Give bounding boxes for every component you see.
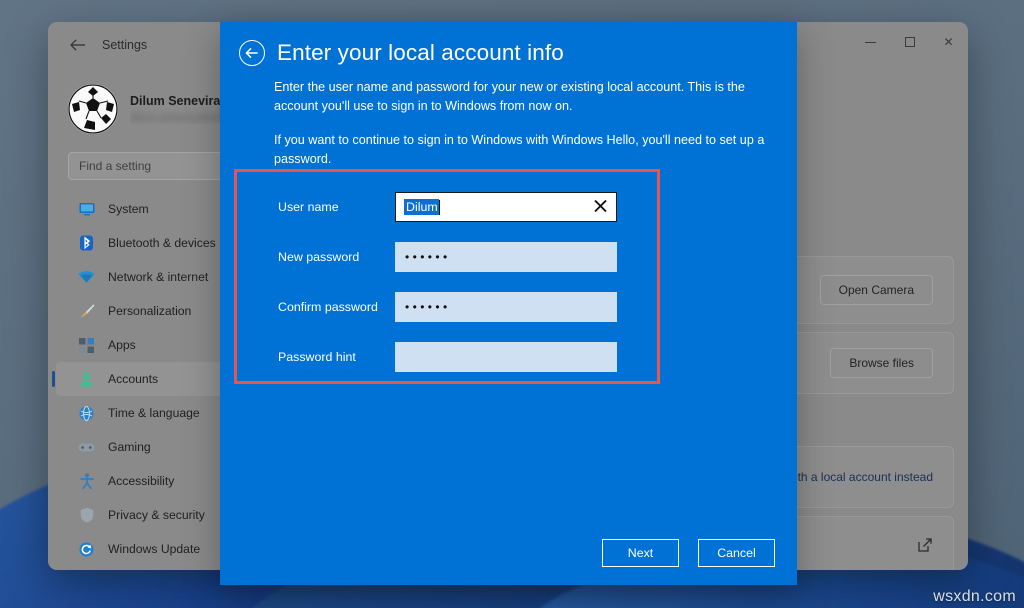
sidebar-item-personalization[interactable]: Personalization	[56, 294, 235, 328]
sidebar-item-label: Apps	[108, 338, 136, 352]
dialog-paragraph: Enter the user name and password for you…	[274, 78, 767, 116]
sidebar-item-label: Accounts	[108, 372, 158, 386]
browse-files-button[interactable]: Browse files	[830, 348, 933, 378]
sidebar-nav: System Bluetooth & devices	[48, 192, 245, 566]
sidebar-item-gaming[interactable]: Gaming	[56, 430, 235, 464]
form-row-new-password: New password ••••••	[237, 242, 657, 272]
clear-x-icon[interactable]	[594, 200, 607, 215]
back-circle-icon[interactable]	[239, 40, 265, 66]
password-hint-input[interactable]	[395, 342, 617, 372]
gamepad-icon	[78, 439, 95, 456]
wifi-icon	[78, 269, 95, 286]
external-link-icon[interactable]	[917, 537, 933, 558]
arrow-left-icon[interactable]	[64, 31, 92, 59]
search-placeholder: Find a setting	[79, 159, 151, 173]
sidebar-item-label: Time & language	[108, 406, 200, 420]
field-label: User name	[237, 200, 395, 214]
dialog-paragraph: If you want to continue to sign in to Wi…	[274, 131, 767, 169]
local-account-dialog: Enter your local account info Enter the …	[220, 22, 797, 585]
screen: Settings ✕	[0, 0, 1024, 608]
sidebar-item-bluetooth-devices[interactable]: Bluetooth & devices	[56, 226, 235, 260]
soccer-ball-avatar	[68, 84, 118, 134]
open-camera-button[interactable]: Open Camera	[820, 275, 933, 305]
monitor-icon	[78, 201, 95, 218]
maximize-icon[interactable]	[890, 22, 929, 62]
field-label: Password hint	[237, 350, 395, 364]
apps-grid-icon	[78, 337, 95, 354]
profile-block[interactable]: Dilum Senevirathn dilum.senevirathn@outl…	[48, 68, 245, 142]
user-name-value: Dilum	[404, 199, 439, 215]
sidebar-item-time-language[interactable]: Time & language	[56, 396, 235, 430]
sidebar-item-label: System	[108, 202, 149, 216]
field-label: New password	[237, 250, 395, 264]
accessibility-icon	[78, 473, 95, 490]
dialog-title: Enter your local account info	[277, 40, 564, 66]
dialog-body: Enter the user name and password for you…	[220, 66, 797, 169]
minimize-icon[interactable]	[851, 22, 890, 62]
sidebar-item-label: Windows Update	[108, 542, 200, 556]
clock-globe-icon	[78, 405, 95, 422]
new-password-value: ••••••	[403, 251, 451, 263]
sidebar-item-label: Accessibility	[108, 474, 174, 488]
form-highlight-box: User name Dilum New password	[234, 169, 660, 384]
brush-icon	[78, 303, 95, 320]
form-row-password-hint: Password hint	[237, 342, 657, 372]
form-row-user-name: User name Dilum	[237, 192, 657, 222]
user-name-input[interactable]: Dilum	[395, 192, 617, 222]
close-icon[interactable]: ✕	[929, 22, 968, 62]
bluetooth-icon	[78, 235, 95, 252]
sidebar-item-label: Network & internet	[108, 270, 208, 284]
field-label: Confirm password	[237, 300, 395, 314]
site-watermark: wsxdn.com	[933, 588, 1016, 606]
confirm-password-value: ••••••	[403, 301, 451, 313]
account-form: User name Dilum New password	[237, 172, 657, 381]
local-account-link[interactable]: with a local account instead	[786, 470, 933, 484]
window-controls: ✕	[851, 22, 968, 62]
form-row-confirm-password: Confirm password ••••••	[237, 292, 657, 322]
confirm-password-input[interactable]: ••••••	[395, 292, 617, 322]
sidebar-item-label: Privacy & security	[108, 508, 205, 522]
sidebar-item-accounts[interactable]: Accounts	[56, 362, 235, 396]
sidebar-item-label: Bluetooth & devices	[108, 236, 216, 250]
update-icon	[78, 541, 95, 558]
sidebar-item-network-internet[interactable]: Network & internet	[56, 260, 235, 294]
sidebar-item-apps[interactable]: Apps	[56, 328, 235, 362]
sidebar-item-label: Gaming	[108, 440, 151, 454]
settings-sidebar: Dilum Senevirathn dilum.senevirathn@outl…	[48, 68, 245, 570]
dialog-header: Enter your local account info	[220, 22, 797, 66]
sidebar-item-accessibility[interactable]: Accessibility	[56, 464, 235, 498]
shield-icon	[78, 507, 95, 524]
next-button[interactable]: Next	[602, 539, 679, 567]
cancel-button[interactable]: Cancel	[698, 539, 775, 567]
sidebar-item-windows-update[interactable]: Windows Update	[56, 532, 235, 566]
sidebar-item-label: Personalization	[108, 304, 191, 318]
settings-title: Settings	[102, 38, 147, 52]
new-password-input[interactable]: ••••••	[395, 242, 617, 272]
dialog-footer: Next Cancel	[602, 539, 775, 567]
text-caret	[439, 200, 440, 215]
sidebar-item-system[interactable]: System	[56, 192, 235, 226]
person-icon	[78, 371, 95, 388]
search-input[interactable]: Find a setting	[68, 152, 229, 180]
sidebar-item-privacy-security[interactable]: Privacy & security	[56, 498, 235, 532]
